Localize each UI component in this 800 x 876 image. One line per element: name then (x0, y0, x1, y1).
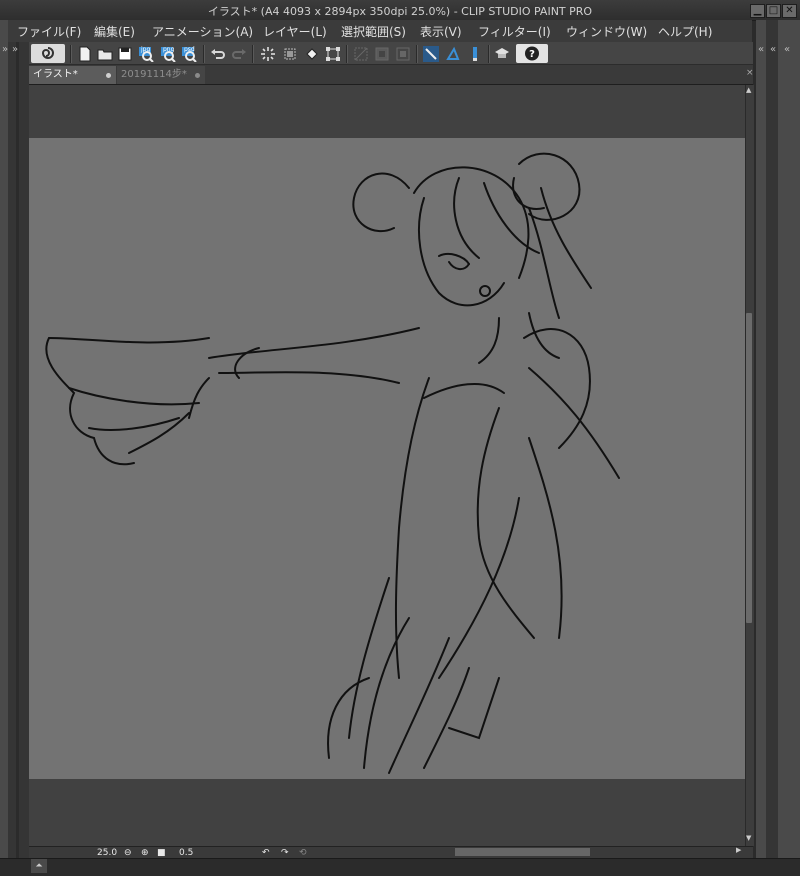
question-icon: ? (525, 46, 539, 61)
right-dock-rail[interactable] (766, 20, 778, 875)
bottom-dock-bar (0, 858, 800, 876)
svg-text:?: ? (529, 49, 535, 60)
expand-right-chevron-icon-3[interactable]: « (784, 44, 790, 55)
menu-selection[interactable]: 選択範囲(S) (341, 23, 406, 40)
psd-label: psd (184, 46, 195, 53)
transform-icon[interactable] (325, 46, 341, 62)
scroll-down-arrow-icon[interactable]: ▼ (746, 834, 751, 842)
undo-icon[interactable] (210, 46, 226, 62)
save-icon[interactable] (117, 46, 133, 62)
sketch-drawing (45, 152, 620, 774)
help-button[interactable]: ? (516, 44, 548, 63)
window-title: イラスト* (A4 4093 x 2894px 350dpi 25.0%) - … (207, 5, 593, 18)
left-dock-rail-inner[interactable] (8, 20, 16, 875)
new-file-icon[interactable] (77, 46, 93, 62)
expand-bottom-panel-icon[interactable]: ⏶ (31, 859, 47, 873)
menu-layer[interactable]: レイヤー(L) (263, 23, 327, 40)
invert-selection-icon[interactable] (374, 46, 390, 62)
snap-to-ruler-icon[interactable] (423, 46, 439, 62)
left-dock-rail[interactable] (0, 20, 8, 875)
snap-to-special-ruler-icon[interactable] (445, 46, 461, 62)
tab-label: 20191114步* (121, 69, 187, 80)
maximize-button[interactable]: □ (766, 4, 781, 18)
tab-label: イラスト* (33, 69, 78, 80)
canvas-paper[interactable] (29, 138, 745, 779)
graduation-cap-icon[interactable] (494, 46, 510, 62)
scroll-up-arrow-icon[interactable]: ▲ (746, 86, 751, 94)
toolbar-separator (70, 45, 72, 63)
jpg-label: jpg (141, 46, 151, 53)
tab-close-dot-icon[interactable] (106, 73, 111, 78)
fill-icon[interactable] (304, 46, 320, 62)
right-dock-outer[interactable] (778, 20, 800, 875)
menu-help[interactable]: ヘルプ(H) (658, 23, 712, 40)
tab-sketch[interactable]: 20191114步* (117, 66, 205, 84)
selection-border-icon[interactable] (395, 46, 411, 62)
expand-right-chevron-icon-2[interactable]: « (770, 44, 776, 55)
clear-outside-icon[interactable] (282, 46, 298, 62)
expand-left-chevron-icon[interactable]: » (2, 44, 8, 55)
toolbar-separator (488, 45, 490, 63)
toolbar-separator (252, 45, 254, 63)
close-tab-x-icon[interactable]: × (746, 68, 754, 78)
toolbar-separator (346, 45, 348, 63)
png-label: png (163, 46, 175, 53)
menu-edit[interactable]: 編集(E) (94, 23, 135, 40)
vertical-scroll-thumb[interactable] (746, 313, 752, 623)
clip-studio-swirl-icon (41, 47, 54, 59)
tab-illustration[interactable]: イラスト* (29, 66, 116, 84)
toolbar-separator (416, 45, 418, 63)
clear-icon[interactable] (260, 46, 276, 62)
minimize-button[interactable]: ▁ (750, 4, 765, 18)
menu-filter[interactable]: フィルター(I) (478, 23, 551, 40)
menu-window[interactable]: ウィンドウ(W) (566, 23, 647, 40)
right-panel-rail[interactable] (756, 20, 766, 875)
expand-left-chevron-icon-2[interactable]: » (12, 44, 18, 55)
deselect-icon[interactable] (353, 46, 369, 62)
tab-close-dot-icon[interactable] (195, 73, 200, 78)
title-bar: イラスト* (A4 4093 x 2894px 350dpi 25.0%) - … (0, 0, 800, 21)
scroll-right-arrow-icon[interactable]: ▶ (736, 846, 741, 854)
close-button[interactable]: ✕ (782, 4, 797, 18)
expand-right-chevron-icon[interactable]: « (758, 44, 764, 55)
left-panel-rail[interactable] (19, 20, 29, 875)
clip-studio-button[interactable] (31, 44, 65, 63)
toolbar-separator (203, 45, 205, 63)
menu-animation[interactable]: アニメーション(A) (152, 23, 253, 40)
snap-to-grid-icon[interactable] (467, 46, 483, 62)
menu-file[interactable]: ファイル(F) (17, 23, 81, 40)
menu-view[interactable]: 表示(V) (420, 23, 462, 40)
redo-icon[interactable] (231, 46, 247, 62)
open-folder-icon[interactable] (97, 46, 113, 62)
horizontal-scroll-thumb[interactable] (455, 848, 590, 856)
